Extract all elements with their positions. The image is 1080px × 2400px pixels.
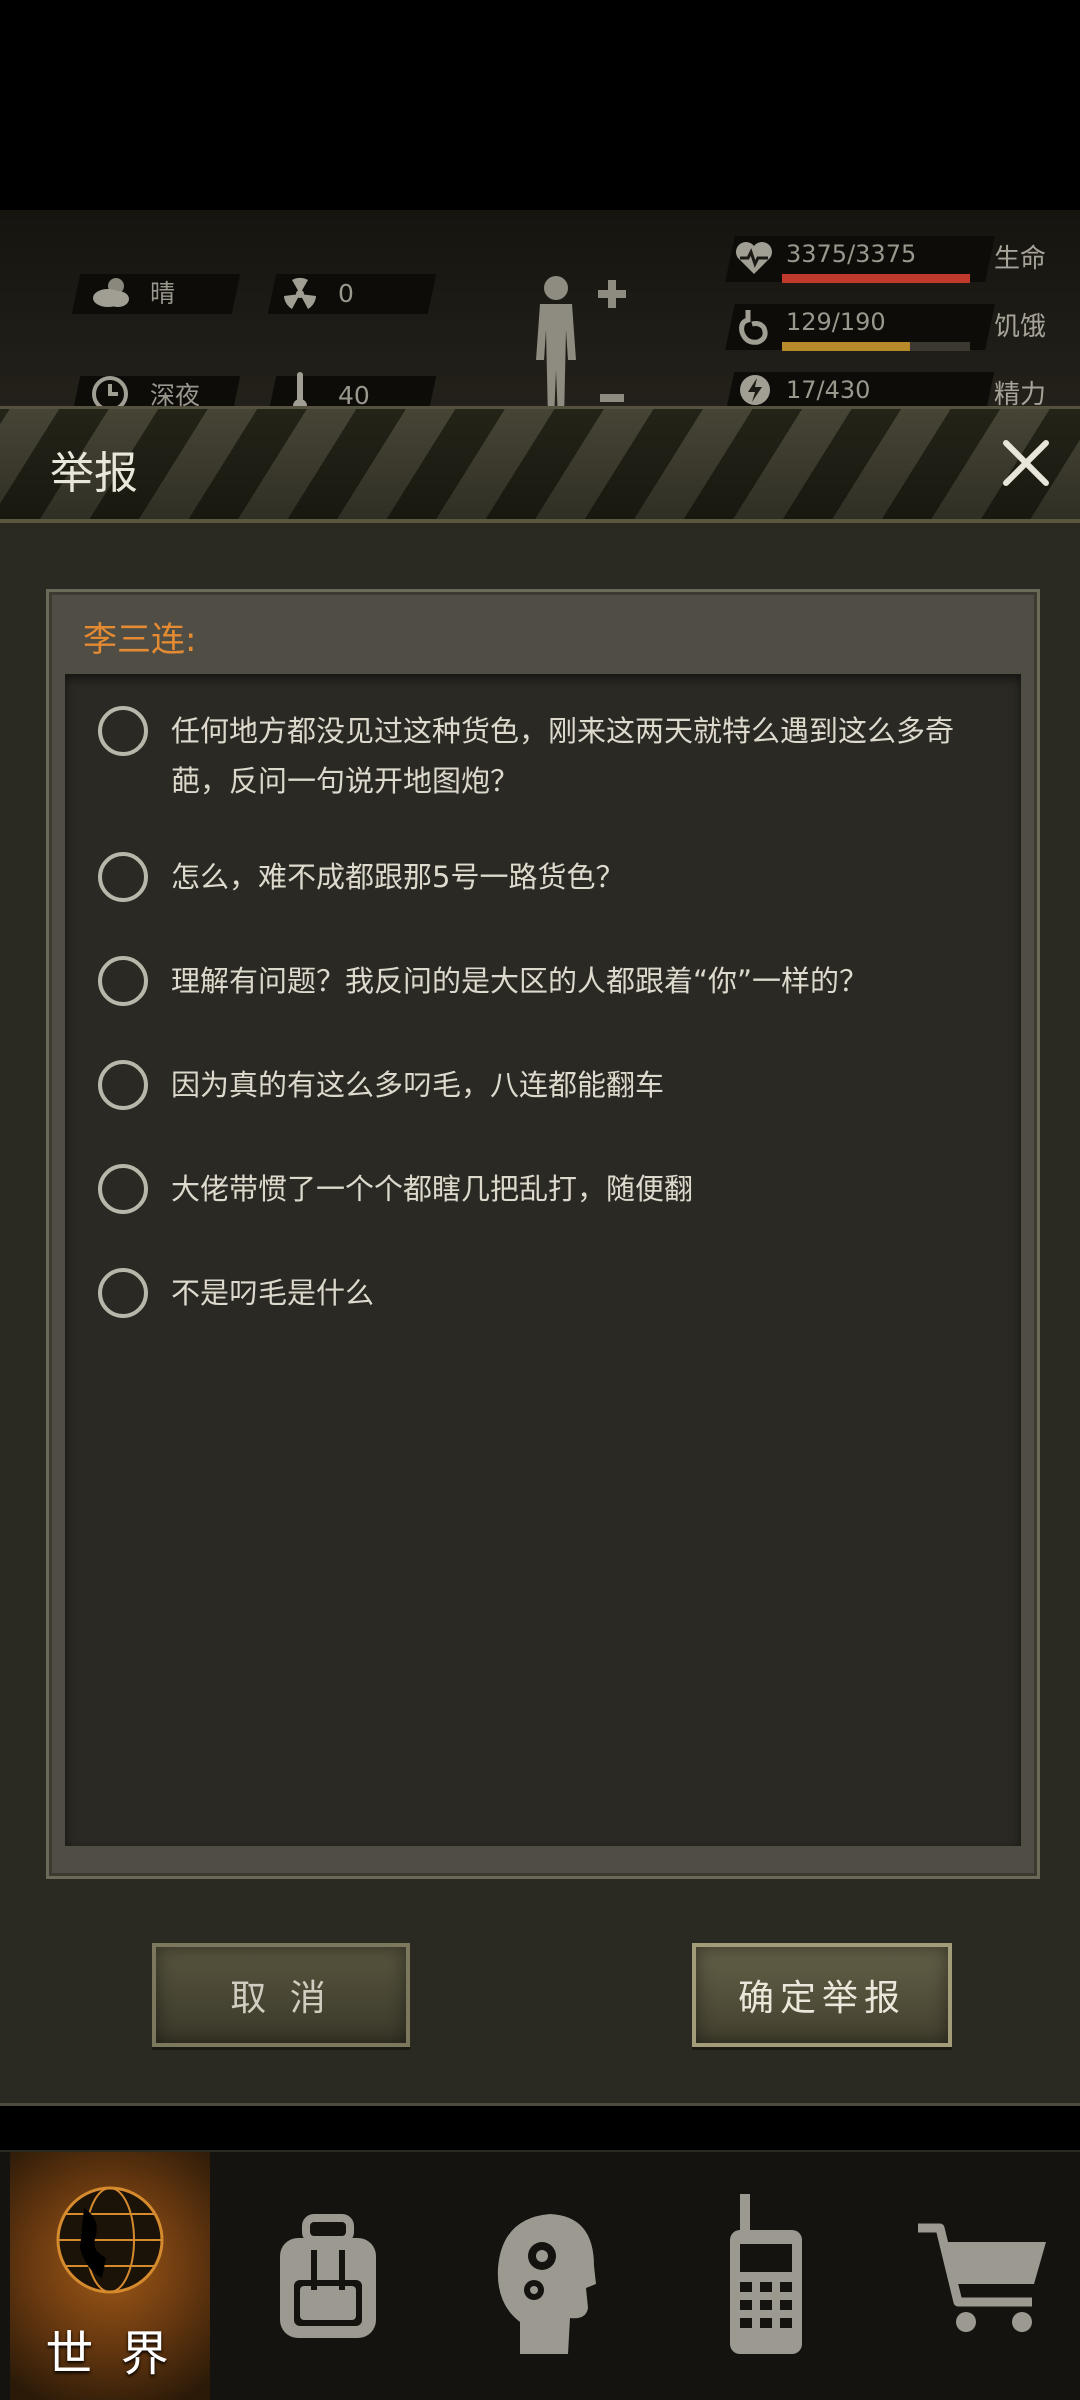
cancel-button[interactable]: 取 消 [152,1943,410,2047]
globe-icon [56,2186,164,2294]
heart-icon [736,242,772,274]
report-option[interactable]: 不是叼毛是什么 [65,1264,1021,1324]
stomach-icon [739,310,768,345]
nav-skills[interactable] [460,2152,660,2400]
report-option[interactable]: 怎么，难不成都跟那5号一路货色？ [65,848,1021,908]
health-bar [782,274,970,283]
option-text: 怎么，难不成都跟那5号一路货色？ [171,860,625,894]
dialog-title: 举报 [50,448,138,499]
weather-text: 晴 [150,279,176,308]
health-value: 3375/3375 [786,240,917,268]
radio-button[interactable] [98,852,148,902]
report-panel: 李三连: 任何地方都没见过这种货色，刚来这两天就特么遇到这么多奇葩，反问一句说开… [46,589,1040,1879]
radio-button[interactable] [98,1164,148,1214]
walkie-talkie-icon [730,2194,802,2354]
radio-button[interactable] [98,956,148,1006]
report-dialog: 举报 李三连: 任何地方都没见过这种货色，刚来这两天就特么遇到这么多奇葩，反问一… [0,406,1080,2106]
bottom-nav: 世 界 [0,2150,1080,2400]
nav-world-label: 世 界 [45,2326,175,2382]
report-option[interactable]: 大佬带惯了一个个都瞎几把乱打，随便翻 [65,1160,1021,1220]
report-option[interactable]: 理解有问题？我反问的是大区的人都跟着“你”一样的？ [65,952,1021,1012]
radio-button[interactable] [98,706,148,756]
lightning-icon [740,375,770,405]
nav-shop[interactable] [900,2152,1080,2400]
option-text: 因为真的有这么多叼毛，八连都能翻车 [171,1068,665,1102]
radiation-value: 0 [338,279,354,308]
status-hud: 晴 0 深夜 40 3375/3375 生命 129/190 饥饿 17/430… [0,210,1080,420]
dialog-header: 举报 [0,409,1080,523]
nav-radio[interactable] [680,2152,880,2400]
energy-value: 17/430 [786,376,871,404]
reason-list: 任何地方都没见过这种货色，刚来这两天就特么遇到这么多奇葩，反问一句说开地图炮？ … [65,674,1021,1846]
nav-backpack[interactable] [240,2152,440,2400]
reported-player-name: 李三连: [83,620,197,660]
report-option[interactable]: 任何地方都没见过这种货色，刚来这两天就特么遇到这么多奇葩，反问一句说开地图炮？ [65,696,1021,800]
shopping-cart-icon [918,2223,1046,2332]
hunger-label: 饥饿 [994,312,1047,342]
cloud-sun-icon [93,278,129,307]
hunger-value: 129/190 [786,308,886,336]
hunger-bar [782,342,970,351]
option-text: 理解有问题？我反问的是大区的人都跟着“你”一样的？ [171,964,869,998]
body-status-icon[interactable] [520,270,630,420]
head-gear-icon [497,2214,596,2354]
radio-button[interactable] [98,1060,148,1110]
option-text: 不是叼毛是什么 [171,1276,375,1310]
report-option[interactable]: 因为真的有这么多叼毛，八连都能翻车 [65,1056,1021,1116]
backpack-icon [280,2214,376,2338]
option-text: 任何地方都没见过这种货色，刚来这两天就特么遇到这么多奇葩，反问一句说开地图炮？ [171,714,955,798]
health-label: 生命 [994,244,1047,274]
radiation-icon [284,277,316,309]
nav-world[interactable]: 世 界 [10,2152,210,2400]
radio-button[interactable] [98,1268,148,1318]
option-text: 大佬带惯了一个个都瞎几把乱打，随便翻 [171,1172,694,1206]
close-icon[interactable] [998,435,1054,491]
confirm-report-button[interactable]: 确定举报 [692,1943,952,2047]
